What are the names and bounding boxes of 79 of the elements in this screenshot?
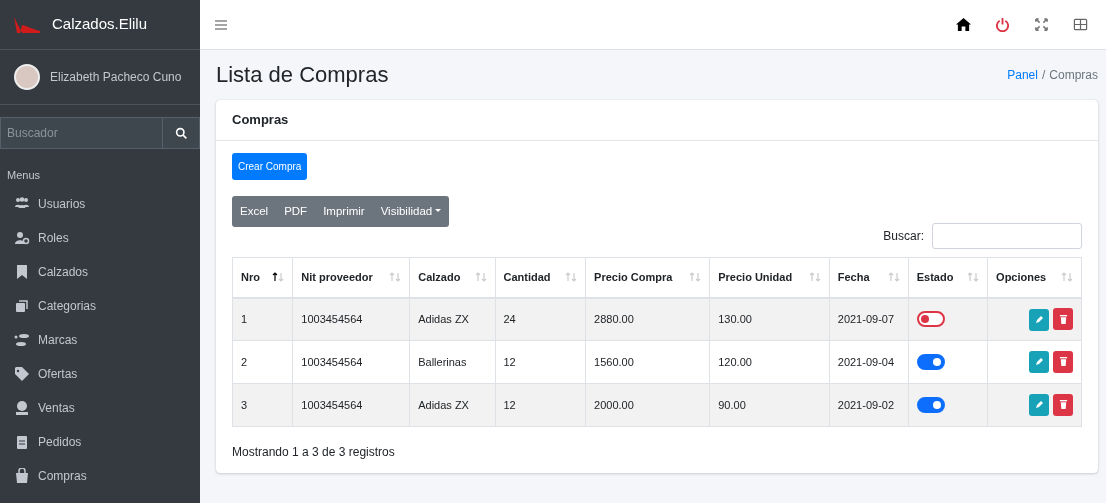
trash-icon	[1058, 399, 1068, 411]
sidebar-item[interactable]: Categorias	[38, 297, 97, 315]
breadcrumb-separator: /	[1041, 67, 1046, 85]
shoe-prints-icon	[14, 332, 30, 348]
breadcrumb-current: Compras	[1049, 67, 1098, 85]
table-cell: 2880.00	[585, 297, 710, 341]
sidebar-item[interactable]: Ventas	[38, 399, 75, 417]
edit-button[interactable]	[1029, 308, 1049, 331]
table-cell: 12	[495, 383, 586, 427]
table-cell: Adidas ZX	[409, 383, 495, 427]
sidebar-item[interactable]: Pedidos	[38, 433, 82, 451]
table-cell: 1	[232, 297, 293, 341]
search-icon	[174, 126, 188, 140]
expand-icon[interactable]	[1034, 17, 1049, 32]
sidebar-item[interactable]: Marcas	[38, 331, 78, 349]
avatar-placeholder	[14, 64, 40, 90]
table-cell: 1003454564	[292, 297, 410, 341]
search-button[interactable]	[162, 117, 200, 149]
column-label[interactable]: Fecha	[837, 269, 870, 286]
toggle-switch[interactable]	[916, 396, 945, 413]
trash-icon	[1058, 313, 1068, 325]
table-cell: 2021-09-07	[829, 297, 909, 341]
table-cell: Ballerinas	[409, 340, 495, 384]
column-label[interactable]: Nro	[241, 269, 260, 286]
sidebar-item[interactable]: Usuarios	[38, 195, 86, 213]
table-cell: 1003454564	[292, 383, 410, 427]
sidebar-item[interactable]: Roles	[38, 229, 69, 247]
toggle-switch[interactable]	[916, 311, 945, 328]
delete-button[interactable]	[1053, 393, 1073, 416]
sidebar-item[interactable]: Ofertas	[38, 365, 78, 383]
dropdown-button[interactable]: Visibilidad	[372, 195, 450, 228]
table-cell: 1003454564	[292, 340, 410, 384]
copy-icon	[14, 298, 30, 314]
create-button[interactable]: Crear Compra	[232, 152, 308, 180]
table-cell: 24	[495, 297, 586, 341]
pencil-icon	[1034, 400, 1044, 411]
table-cell: 2000.00	[585, 383, 710, 427]
pencil-icon	[1034, 314, 1044, 325]
delete-button[interactable]	[1053, 308, 1073, 331]
export-button[interactable]: PDF	[276, 195, 316, 228]
shopping-bag-icon	[14, 468, 30, 484]
table-cell: 2021-09-04	[829, 340, 909, 384]
search-field[interactable]: Buscador	[0, 117, 162, 149]
export-button[interactable]: Imprimir	[315, 195, 373, 228]
sidebar-item[interactable]: Calzados	[38, 263, 89, 281]
menu-icon	[214, 19, 228, 32]
pencil-icon	[1034, 357, 1044, 368]
table-cell: 1560.00	[585, 340, 710, 384]
table-cell: 120.00	[709, 340, 830, 384]
bookmark-icon	[14, 264, 30, 280]
home-icon[interactable]	[956, 17, 971, 32]
power-icon[interactable]	[995, 17, 1010, 32]
edit-button[interactable]	[1029, 351, 1049, 374]
card-title: Compras	[216, 100, 1098, 141]
sidebar-item[interactable]: Compras	[38, 467, 87, 485]
toggle-switch[interactable]	[916, 353, 945, 370]
edit-button[interactable]	[1029, 394, 1049, 417]
menu-header: Menus	[6, 168, 42, 183]
clipboard-icon	[14, 434, 30, 450]
column-label[interactable]: Estado	[916, 269, 954, 286]
export-button[interactable]: Excel	[232, 195, 277, 228]
breadcrumb-link[interactable]: Panel	[1007, 66, 1038, 85]
tag-icon	[14, 366, 30, 382]
table-info: Mostrando 1 a 3 de 3 registros	[232, 444, 396, 462]
search-label: Buscar:	[883, 228, 924, 246]
table-cell: 12	[495, 340, 586, 384]
table-cell: 3	[232, 383, 293, 427]
grid-icon[interactable]	[1073, 17, 1088, 32]
delete-button[interactable]	[1053, 350, 1073, 373]
table-cell: 2021-09-02	[829, 383, 909, 427]
user-name[interactable]: Elizabeth Pacheco Cuno	[50, 68, 182, 86]
brand-name[interactable]: Calzados.Elilu	[52, 13, 148, 36]
table-cell: 90.00	[709, 383, 830, 427]
trash-icon	[1058, 356, 1068, 368]
table-cell: Adidas ZX	[409, 297, 495, 341]
page-title: Lista de Compras	[216, 62, 389, 89]
table-cell: 130.00	[709, 297, 830, 341]
user-gear-icon	[14, 230, 30, 246]
table-cell: 2	[232, 340, 293, 384]
